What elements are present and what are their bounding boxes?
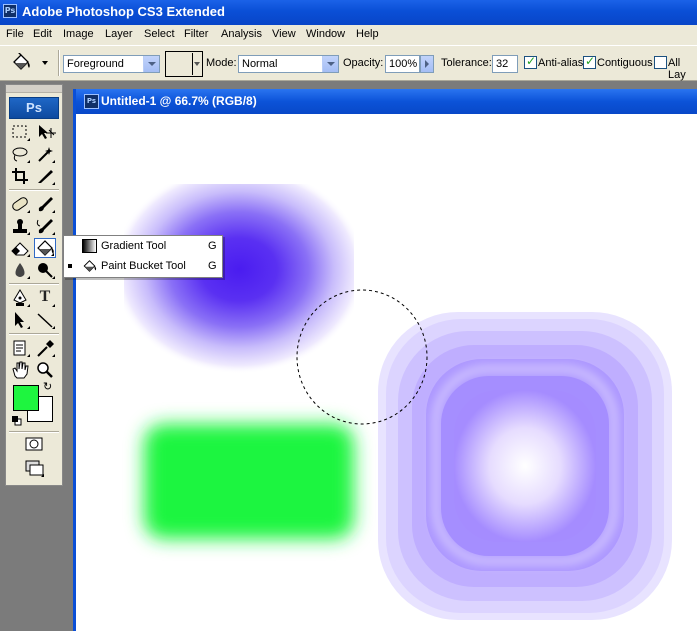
marquee-tool-icon[interactable] (9, 122, 31, 142)
tool-flyout-menu: Gradient Tool G Paint Bucket Tool G (63, 235, 223, 278)
flyout-item-label: Paint Bucket Tool (101, 260, 186, 272)
contiguous-label: Contiguous (597, 57, 653, 69)
options-separator (58, 50, 60, 76)
anti-alias-checkbox[interactable]: ✓ (524, 54, 537, 69)
purple-blob (124, 184, 354, 374)
document-ps-icon: Ps (84, 94, 99, 109)
slice-tool-icon[interactable] (34, 166, 56, 186)
menu-help[interactable]: Help (356, 28, 379, 40)
anti-alias-label: Anti-alias (538, 57, 584, 69)
all-layers-label: All Lay (668, 57, 686, 81)
canvas-artwork (124, 184, 672, 620)
contiguous-checkbox[interactable]: ✓ (583, 54, 596, 69)
hand-tool-icon[interactable] (9, 360, 31, 380)
document-window: Ps Untitled-1 @ 66.7% (RGB/8) (73, 89, 697, 631)
menu-view[interactable]: View (272, 28, 296, 40)
flyout-item-gradient-tool[interactable]: Gradient Tool G (64, 237, 222, 256)
tolerance-label: Tolerance: (441, 57, 492, 69)
flyout-item-paint-bucket-tool[interactable]: Paint Bucket Tool G (64, 257, 222, 276)
toolbox-separator (9, 333, 59, 335)
notes-tool-icon[interactable] (9, 338, 31, 358)
gradient-tool-icon (82, 239, 97, 253)
paint-bucket-tool-icon[interactable] (34, 238, 56, 258)
menu-bar: File Edit Image Layer Select Filter Anal… (0, 25, 697, 45)
title-bar: Ps Adobe Photoshop CS3 Extended (0, 0, 697, 25)
toolbox-separator (9, 283, 59, 285)
history-brush-tool-icon[interactable] (34, 216, 56, 236)
app-logo-icon: Ps (3, 4, 17, 18)
brush-tool-icon[interactable] (34, 194, 56, 214)
document-canvas[interactable] (76, 114, 697, 631)
document-title: Untitled-1 @ 66.7% (RGB/8) (101, 94, 257, 108)
paint-bucket-icon (83, 260, 97, 272)
dodge-tool-icon[interactable] (34, 260, 56, 280)
mode-select[interactable]: Normal (238, 55, 339, 73)
eyedropper-tool-icon[interactable] (34, 338, 56, 358)
flyout-item-shortcut: G (208, 260, 217, 272)
photoshop-window: Ps Adobe Photoshop CS3 Extended File Edi… (0, 0, 697, 631)
screen-mode-icon[interactable] (23, 458, 45, 478)
healing-brush-tool-icon[interactable] (9, 194, 31, 214)
pen-tool-icon[interactable] (9, 288, 31, 308)
green-rectangle (144, 424, 354, 539)
default-colors-icon[interactable] (12, 416, 22, 426)
menu-window[interactable]: Window (306, 28, 345, 40)
menu-layer[interactable]: Layer (105, 28, 133, 40)
check-icon: ✓ (585, 54, 596, 68)
flyout-item-label: Gradient Tool (101, 240, 167, 252)
opacity-slider-button[interactable] (420, 55, 434, 73)
quick-mask-icon[interactable] (23, 434, 45, 454)
toolbox-grip[interactable] (6, 85, 62, 93)
check-icon: ✓ (526, 54, 537, 68)
app-title: Adobe Photoshop CS3 Extended (22, 4, 225, 19)
paint-bucket-icon (13, 53, 30, 70)
toolbox: Ps T ↻ (5, 84, 63, 486)
eraser-tool-icon[interactable] (9, 238, 31, 258)
menu-file[interactable]: File (6, 28, 24, 40)
menu-select[interactable]: Select (144, 28, 175, 40)
fill-source-select[interactable]: Foreground (63, 55, 160, 73)
mode-label: Mode: (206, 57, 237, 69)
magic-wand-tool-icon[interactable] (34, 144, 56, 164)
menu-image[interactable]: Image (63, 28, 94, 40)
fill-source-value: Foreground (67, 58, 124, 70)
lavender-rounded-square (378, 312, 672, 620)
mode-value: Normal (242, 58, 278, 70)
document-title-bar[interactable]: Ps Untitled-1 @ 66.7% (RGB/8) (76, 89, 697, 114)
crop-tool-icon[interactable] (9, 166, 31, 186)
menu-edit[interactable]: Edit (33, 28, 52, 40)
swap-colors-icon[interactable]: ↻ (43, 380, 52, 393)
toolbox-separator (9, 189, 59, 191)
zoom-tool-icon[interactable] (34, 360, 56, 380)
tolerance-input[interactable]: 32 (492, 55, 518, 73)
blur-tool-icon[interactable] (9, 260, 31, 280)
path-selection-tool-icon[interactable] (9, 310, 31, 330)
options-bar: Foreground Mode: Normal Opacity: 100% To… (0, 45, 697, 81)
line-tool-icon[interactable] (34, 310, 56, 330)
menu-filter[interactable]: Filter (184, 28, 208, 40)
chevron-down-icon (322, 56, 338, 72)
opacity-label: Opacity: (343, 57, 384, 69)
flyout-item-shortcut: G (208, 240, 217, 252)
toolbox-separator (9, 431, 59, 433)
tool-preset-picker[interactable] (6, 50, 52, 76)
menu-analysis[interactable]: Analysis (221, 28, 262, 40)
opacity-input[interactable]: 100% (385, 55, 420, 73)
pattern-dropdown-arrow-icon (194, 62, 200, 66)
all-layers-checkbox[interactable] (654, 56, 667, 69)
clone-stamp-tool-icon[interactable] (9, 216, 31, 236)
type-tool-icon[interactable]: T (34, 288, 56, 308)
chevron-down-icon (143, 56, 159, 72)
toolbox-logo[interactable]: Ps (9, 97, 59, 119)
selected-bullet-icon (68, 264, 72, 268)
foreground-color-swatch[interactable] (13, 385, 39, 411)
pattern-picker[interactable] (165, 51, 203, 77)
move-tool-icon[interactable] (34, 122, 56, 142)
pattern-preview (167, 53, 193, 75)
preset-dropdown-arrow-icon (42, 61, 48, 65)
lasso-tool-icon[interactable] (9, 144, 31, 164)
